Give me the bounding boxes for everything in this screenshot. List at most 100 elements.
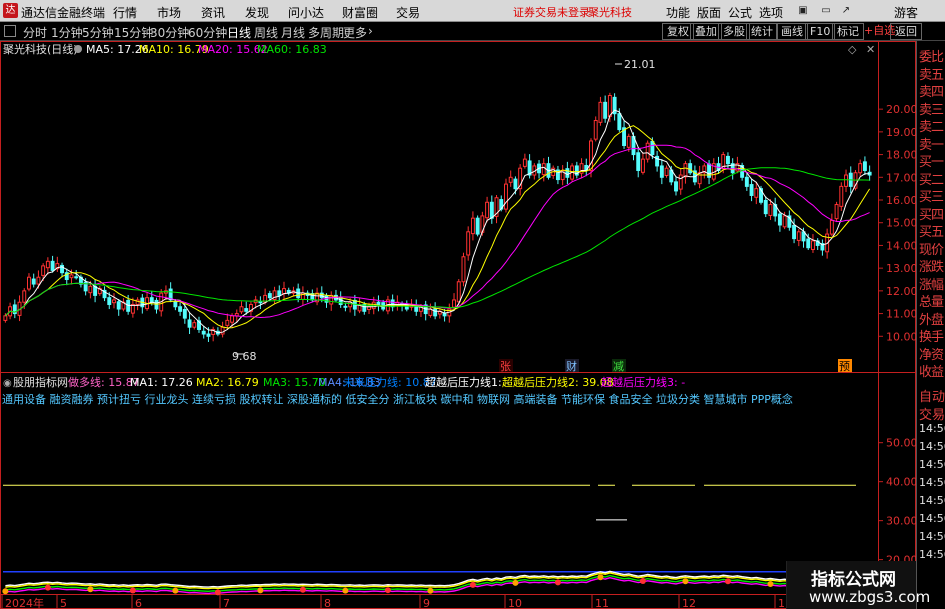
sidebar-item-5[interactable]: 卖一 <box>919 134 945 153</box>
candle-body <box>650 140 655 156</box>
login-warning[interactable]: 证券交易未登录 <box>513 4 590 20</box>
candle-body <box>201 330 206 335</box>
menu-wenxiaoda[interactable]: 问小达 <box>288 4 324 21</box>
candle-body <box>475 217 480 235</box>
date-axis: 2024年 5 6 7 8 9 10 11 12 1 <box>1 595 785 609</box>
period-multi[interactable]: 多周期 <box>308 24 344 41</box>
price-tick-label: 11.00 <box>886 308 916 321</box>
period-15min[interactable]: 15分钟 <box>114 24 153 41</box>
btn-huaxian[interactable]: 画线 <box>776 23 808 40</box>
signal-dot <box>342 587 349 594</box>
candle-body <box>645 142 650 160</box>
candle-body <box>41 265 46 276</box>
menu-banmian[interactable]: 版面 <box>697 4 721 21</box>
signal-dot <box>512 579 519 586</box>
menu-shichang[interactable]: 市场 <box>157 4 181 21</box>
candle-body <box>777 213 782 226</box>
sub-legend-icon[interactable]: ◉ <box>3 378 12 389</box>
sidebar-item-8[interactable]: 买三 <box>919 186 945 205</box>
watermark-line1: 指标公式网 <box>811 570 896 590</box>
sidebar-item-13[interactable]: 涨幅 <box>919 274 945 293</box>
sidebar-item-11[interactable]: 现价 <box>919 239 945 258</box>
sidebar-item-17[interactable]: 净资 <box>919 344 945 363</box>
more-chevron-icon[interactable]: › <box>368 24 373 38</box>
candles <box>3 92 872 342</box>
period-1min[interactable]: 1分钟 <box>51 24 83 41</box>
high-price-label: 21.01 <box>624 58 656 71</box>
sidebar-item-1[interactable]: 卖五 <box>919 64 945 83</box>
toggle-panel-icon[interactable] <box>4 25 16 37</box>
legend-settings-icon[interactable] <box>74 45 82 53</box>
price-tick-label: 14.00 <box>886 239 916 252</box>
period-daily[interactable]: 日线 <box>227 24 251 41</box>
date-tick-label: 1 <box>778 597 785 609</box>
menu-gongshi[interactable]: 公式 <box>728 4 752 21</box>
indicator-name: 股朋指标网 <box>13 375 68 389</box>
title-bar: 达 通达信金融终端 行情 市场 资讯 发现 问小达 财富圈 交易 证券交易未登录… <box>0 0 945 22</box>
period-30min[interactable]: 30分钟 <box>150 24 189 41</box>
date-tick-label: 7 <box>223 597 230 609</box>
period-60min[interactable]: 60分钟 <box>188 24 227 41</box>
diamond-icon[interactable]: ◇ <box>848 43 857 56</box>
menu-hangqing[interactable]: 行情 <box>113 4 137 21</box>
restore-icon[interactable]: ↗ <box>838 3 854 18</box>
indicator-legend: 股朋指标网 做多线: 15.87MA1: 17.26 MA2: 16.79 MA3: … <box>13 375 685 389</box>
candle-body <box>27 276 31 290</box>
sidebar-item-0[interactable]: 委比 <box>919 46 945 65</box>
candle-body <box>116 301 121 310</box>
candle-body <box>744 176 749 187</box>
candle-body <box>607 95 612 117</box>
candle-body <box>754 188 759 198</box>
guest-label[interactable]: 游客 <box>894 4 918 21</box>
candle-body <box>839 185 844 207</box>
sidebar-item-12[interactable]: 涨跌 <box>919 256 945 275</box>
sidebar-item-4[interactable]: 卖二 <box>919 116 945 135</box>
ma60-line <box>5 167 870 317</box>
btn-tongji[interactable]: 统计 <box>746 23 778 40</box>
candle-body <box>489 201 494 219</box>
sidebar-auto-trade[interactable]: 自动 <box>919 386 945 405</box>
menu-jiaoyi[interactable]: 交易 <box>396 4 420 21</box>
candle-body <box>589 140 593 171</box>
btn-f10[interactable]: F10 <box>805 23 836 40</box>
sidebar-item-6[interactable]: 买一 <box>919 151 945 170</box>
close-icon[interactable]: ✕ <box>866 43 875 56</box>
period-5min[interactable]: 5分钟 <box>82 24 114 41</box>
menu-zixun[interactable]: 资讯 <box>201 4 225 21</box>
candle-body <box>603 101 608 119</box>
sidebar-item-2[interactable]: 卖四 <box>919 81 945 100</box>
sidebar-item-15[interactable]: 外盘 <box>919 309 945 328</box>
candle-body <box>664 167 669 176</box>
period-fenshi[interactable]: 分时 <box>23 24 47 41</box>
indicator-legend-item: MA2: 16.79 <box>196 376 259 389</box>
candle-body <box>173 301 178 308</box>
sidebar-item-10[interactable]: 买五 <box>919 221 945 240</box>
signal-dot <box>469 581 476 588</box>
menu-xuanxiang[interactable]: 选项 <box>759 4 783 21</box>
menu-caifuquan[interactable]: 财富圈 <box>342 4 378 21</box>
candle-body <box>178 306 183 312</box>
candle-body <box>626 135 631 148</box>
skin-icon[interactable]: ▣ <box>795 3 811 18</box>
indicator-lines <box>2 484 872 596</box>
kline-chart[interactable]: 聚光科技(日线) MA5: 17.26 MA10: 16.79 MA20: 15… <box>0 41 916 609</box>
candle-body <box>36 276 41 285</box>
sidebar-item-9[interactable]: 买四 <box>919 204 945 223</box>
period-more[interactable]: 更多 <box>343 24 367 41</box>
btn-back[interactable]: 返回 <box>890 23 922 40</box>
period-monthly[interactable]: 月线 <box>281 24 305 41</box>
signal-dot <box>639 578 646 585</box>
sidebar-item-7[interactable]: 买二 <box>919 169 945 188</box>
hide-icon[interactable]: ▭ <box>818 3 834 18</box>
price-tick-label: 13.00 <box>886 262 916 275</box>
candle-body <box>725 155 730 165</box>
menu-faxian[interactable]: 发现 <box>245 4 269 21</box>
candle-body <box>112 299 116 304</box>
sidebar-auto-trade[interactable]: 交易 <box>919 404 945 423</box>
sidebar-item-18[interactable]: 收益 <box>919 361 945 380</box>
sidebar-item-14[interactable]: 总量 <box>919 291 945 310</box>
sidebar-item-16[interactable]: 换手 <box>919 326 945 345</box>
sidebar-item-3[interactable]: 卖三 <box>919 99 945 118</box>
period-weekly[interactable]: 周线 <box>254 24 278 41</box>
menu-gongneng[interactable]: 功能 <box>666 4 690 21</box>
